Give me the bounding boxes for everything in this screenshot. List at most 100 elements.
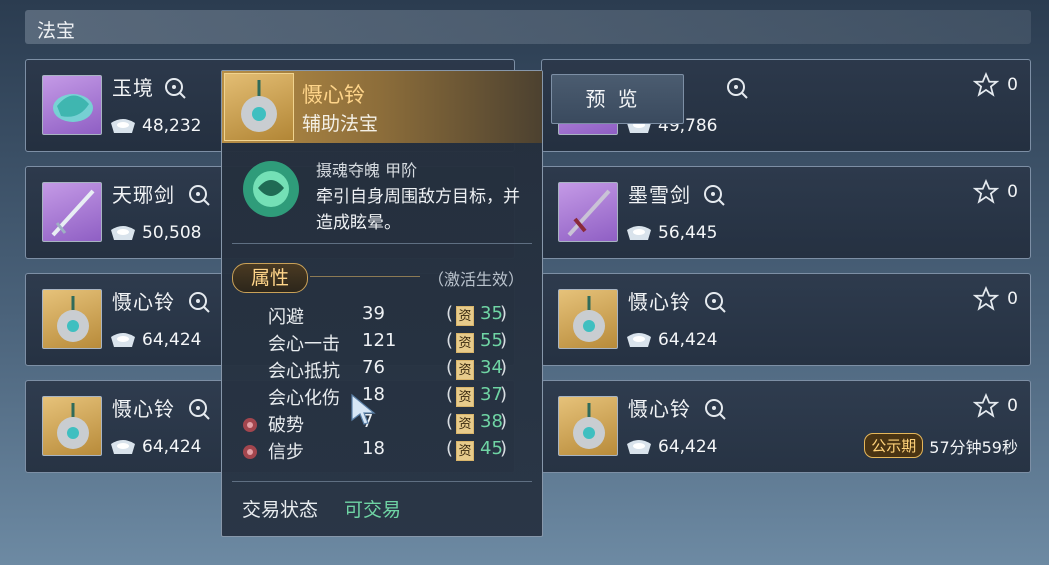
- attribute-value: 18: [362, 438, 385, 459]
- sword-icon: [558, 182, 618, 242]
- paren-open: (: [446, 303, 454, 324]
- star-icon[interactable]: [973, 72, 1000, 98]
- search-icon[interactable]: [703, 290, 727, 314]
- attribute-row: 会心一击 121 ( 资 55 ): [238, 330, 528, 356]
- attribute-row: 信步 18 ( 资 45 ): [238, 438, 528, 464]
- paren-close: ): [500, 357, 508, 378]
- attribute-row: 会心抵抗 76 ( 资 34 ): [238, 357, 528, 383]
- paren-close: ): [500, 384, 508, 405]
- star-count: 0: [1007, 289, 1018, 309]
- search-icon[interactable]: [702, 183, 726, 207]
- skill-title: 摄魂夺魄 甲阶: [316, 161, 418, 180]
- cursor-icon: [351, 393, 376, 425]
- bell-icon: [42, 289, 102, 349]
- tooltip-item-type: 辅助法宝: [302, 113, 379, 135]
- sword-icon: [42, 182, 102, 242]
- tooltip-item-name: 慑心铃: [302, 83, 365, 107]
- paren-open: (: [446, 330, 454, 351]
- item-price: 64,424: [142, 330, 202, 350]
- trade-status-label: 交易状态: [242, 499, 319, 521]
- silver-ingot-icon: [627, 440, 651, 454]
- star-count: 0: [1007, 182, 1018, 202]
- bell-icon: [558, 396, 618, 456]
- attribute-row: 破势 7 ( 资 38 ): [238, 411, 528, 437]
- item-name: 慑心铃: [112, 290, 175, 314]
- section-header: 法宝: [25, 10, 1031, 44]
- paren-close: ): [500, 330, 508, 351]
- bell-icon: [42, 396, 102, 456]
- item-name: 慑心铃: [628, 397, 691, 421]
- trade-status-value: 可交易: [344, 499, 402, 521]
- item-price: 64,424: [658, 437, 718, 457]
- paren-open: (: [446, 384, 454, 405]
- quality-tag: 资: [456, 387, 474, 407]
- rune-bullet-icon: [243, 418, 257, 432]
- attribute-name: 信步: [268, 442, 304, 463]
- search-icon[interactable]: [187, 397, 211, 421]
- paren-close: ): [500, 438, 508, 459]
- item-name: 慑心铃: [628, 290, 691, 314]
- bell-icon: [224, 73, 294, 141]
- paren-open: (: [446, 438, 454, 459]
- star-icon[interactable]: [973, 393, 1000, 419]
- attribute-name: 会心化伤: [268, 388, 340, 409]
- silver-ingot-icon: [111, 119, 135, 133]
- preview-button[interactable]: 预览: [551, 74, 684, 124]
- item-name: 天琊剑: [112, 183, 175, 207]
- item-price: 64,424: [658, 330, 718, 350]
- public-period-badge: 公示期: [864, 433, 924, 458]
- silver-ingot-icon: [111, 333, 135, 347]
- skill-description: 牵引自身周围敌方目标，并造成眩晕。: [316, 187, 520, 233]
- star-count: 0: [1007, 75, 1018, 95]
- divider: [232, 243, 532, 244]
- item-tooltip: 慑心铃 辅助法宝 摄魂夺魄 甲阶 牵引自身周围敌方目标，并造成眩晕。 属性 （激…: [221, 70, 543, 537]
- silver-ingot-icon: [111, 226, 135, 240]
- paren-close: ): [500, 411, 508, 432]
- search-icon[interactable]: [187, 183, 211, 207]
- attribute-name: 会心抵抗: [268, 361, 340, 382]
- item-name: 墨雪剑: [628, 183, 691, 207]
- quality-tag: 资: [456, 333, 474, 353]
- section-title: 法宝: [37, 20, 76, 42]
- attribute-name: 破势: [268, 415, 304, 436]
- star-icon[interactable]: [973, 179, 1000, 205]
- attribute-row: 会心化伤 18 ( 资 37 ): [238, 384, 528, 410]
- item-price: 48,232: [142, 116, 202, 136]
- item-price: 56,445: [658, 223, 718, 243]
- item-price: 50,508: [142, 223, 202, 243]
- item-name: 玉境: [112, 76, 154, 100]
- quality-tag: 资: [456, 414, 474, 434]
- star-count: 0: [1007, 396, 1018, 416]
- search-icon[interactable]: [187, 290, 211, 314]
- item-card[interactable]: 慑心铃 64,424 0: [541, 273, 1031, 366]
- divider: [310, 276, 420, 277]
- rune-bullet-icon: [243, 445, 257, 459]
- attribute-value: 121: [362, 330, 397, 351]
- quality-tag: 资: [456, 360, 474, 380]
- attribute-name: 闪避: [268, 307, 304, 328]
- divider: [232, 481, 532, 482]
- silver-ingot-icon: [627, 333, 651, 347]
- skill-orb-icon: [243, 161, 299, 217]
- bell-icon: [558, 289, 618, 349]
- jade-orb-icon: [42, 75, 102, 135]
- attribute-title: 属性: [232, 263, 308, 293]
- attribute-value: 39: [362, 303, 385, 324]
- attribute-value: 76: [362, 357, 385, 378]
- attribute-row: 闪避 39 ( 资 35 ): [238, 303, 528, 329]
- item-card[interactable]: 慑心铃 64,424 0 公示期 57分钟59秒: [541, 380, 1031, 473]
- attribute-name: 会心一击: [268, 334, 340, 355]
- public-period-timer: 57分钟59秒: [929, 437, 1018, 457]
- silver-ingot-icon: [111, 440, 135, 454]
- search-icon[interactable]: [163, 76, 187, 100]
- tooltip-header: 慑心铃 辅助法宝: [222, 71, 542, 143]
- item-price: 64,424: [142, 437, 202, 457]
- search-icon[interactable]: [703, 397, 727, 421]
- paren-open: (: [446, 357, 454, 378]
- paren-open: (: [446, 411, 454, 432]
- paren-close: ): [500, 303, 508, 324]
- star-icon[interactable]: [973, 286, 1000, 312]
- quality-tag: 资: [456, 306, 474, 326]
- item-card[interactable]: 墨雪剑 56,445 0: [541, 166, 1031, 259]
- search-icon[interactable]: [725, 76, 749, 100]
